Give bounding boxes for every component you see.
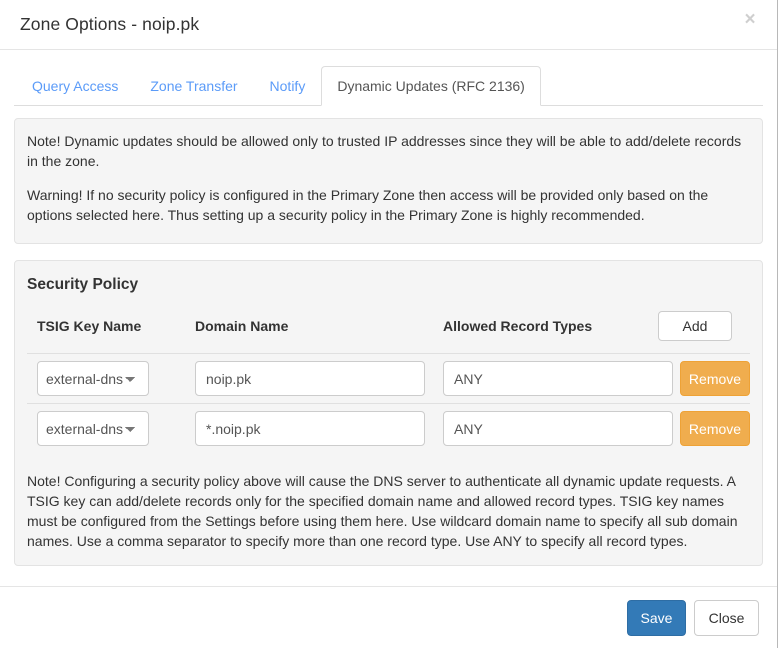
cell-allowed-record-types [443,404,673,454]
remove-policy-button[interactable]: Remove [680,361,750,396]
note-dynamic-updates: Note! Dynamic updates should be allowed … [27,133,742,169]
security-policy-table: TSIG Key Name Domain Name Allowed Record… [27,311,750,453]
tab-notify[interactable]: Notify [254,66,322,106]
modal-footer: Save Close [0,586,777,648]
cell-domain-name [195,353,443,404]
security-policy-panel: Security Policy TSIG Key Name Domain Nam… [14,260,763,566]
column-header-allowed-record-types: Allowed Record Types [443,311,658,354]
tab-dynamic-updates[interactable]: Dynamic Updates (RFC 2136) [321,66,541,106]
page-title: Zone Options - noip.pk [20,14,200,34]
allowed-record-types-input[interactable] [443,411,673,446]
table-row: external-dns Remove [27,353,750,404]
column-header-actions: Add [658,311,750,354]
remove-policy-button[interactable]: Remove [680,411,750,446]
note-security-warning: Warning! If no security policy is config… [27,187,709,223]
save-button[interactable]: Save [627,599,686,636]
table-row: external-dns Remove [27,404,750,454]
column-header-domain-name: Domain Name [195,311,443,354]
tab-bar: Query Access Zone Transfer Notify Dynami… [14,66,763,106]
cell-tsig-key: external-dns [27,353,195,404]
column-header-tsig-key-name: TSIG Key Name [27,311,195,354]
domain-name-input[interactable] [195,411,425,446]
tab-zone-transfer[interactable]: Zone Transfer [134,66,253,106]
add-policy-button[interactable]: Add [658,311,732,341]
cell-domain-name [195,404,443,454]
cell-tsig-key: external-dns [27,404,195,454]
modal-header: Zone Options - noip.pk × [0,0,777,50]
zone-options-modal: Zone Options - noip.pk × Query Access Zo… [0,0,778,648]
tsig-key-select[interactable]: external-dns [37,361,149,396]
table-header-row: TSIG Key Name Domain Name Allowed Record… [27,311,750,354]
close-icon[interactable]: × [739,9,761,31]
tab-query-access[interactable]: Query Access [16,66,134,106]
security-policy-footer-note: Note! Configuring a security policy abov… [27,473,738,549]
cell-allowed-record-types [443,353,673,404]
close-button[interactable]: Close [694,599,759,636]
allowed-record-types-input[interactable] [443,361,673,396]
dynamic-updates-notes-panel: Note! Dynamic updates should be allowed … [14,118,763,244]
tsig-key-select[interactable]: external-dns [37,411,149,446]
domain-name-input[interactable] [195,361,425,396]
modal-body: Query Access Zone Transfer Notify Dynami… [0,50,777,586]
security-policy-heading: Security Policy [27,276,139,293]
